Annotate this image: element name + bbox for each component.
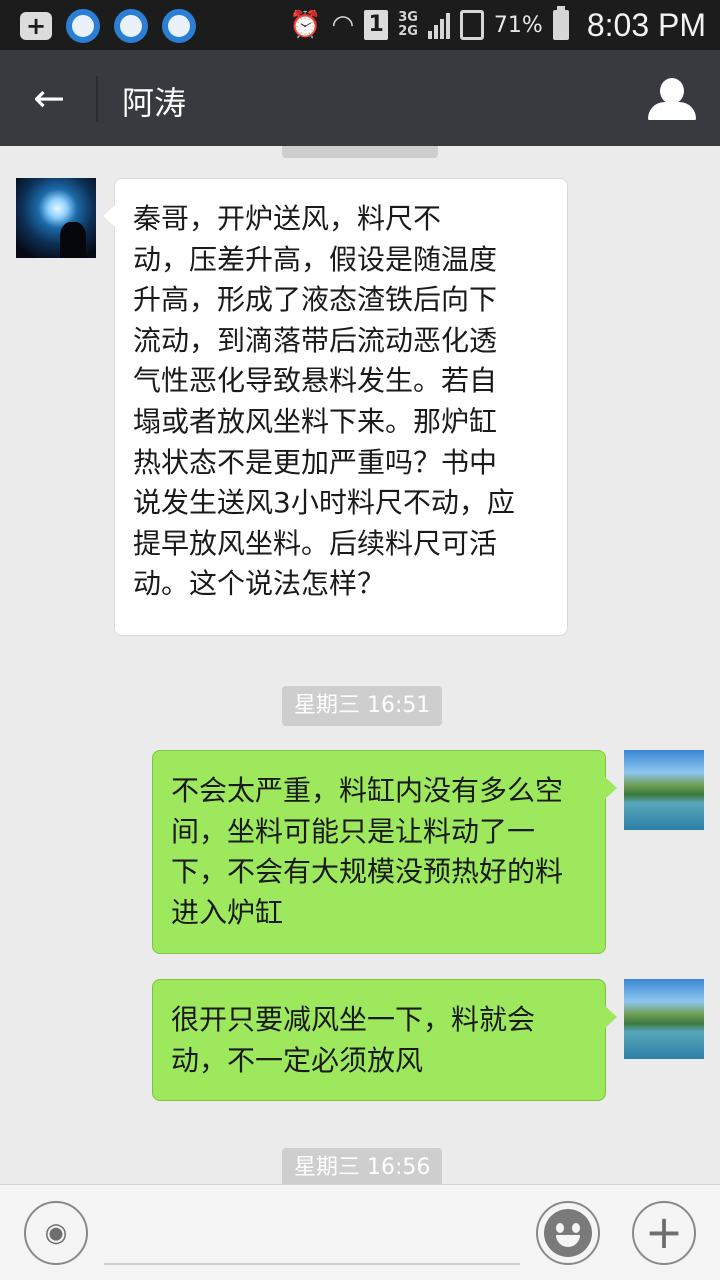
timestamp-pill: 星期三 16:56 — [282, 1148, 443, 1184]
message-line: 进入炉缸 — [171, 895, 284, 929]
sd-card-icon — [459, 10, 484, 40]
message-line: 升高，形成了液态渣铁后向下 — [133, 283, 498, 317]
voice-icon: ◉ — [44, 1218, 68, 1248]
message-line: 热状态不是更加严重吗？书中 — [133, 445, 498, 479]
emoji-button[interactable] — [536, 1201, 600, 1265]
title-divider — [96, 76, 98, 122]
message-line: 动。这个说法怎样？ — [133, 567, 386, 601]
profile-button[interactable] — [644, 72, 700, 124]
qq-icon — [114, 9, 148, 43]
network-type: 3G 2G — [398, 11, 418, 39]
message-line: 动，不一定必须放风 — [171, 1043, 424, 1077]
message-line: 间，坐料可能只是让料动了一 — [171, 814, 536, 848]
network-type-top: 3G — [398, 10, 418, 25]
title-bar: ← 阿涛 — [0, 50, 720, 146]
message-line: 下，不会有大规模没预热好的料 — [171, 855, 564, 889]
message-line: 动，压差升高，假设是随温度 — [133, 242, 498, 276]
message-line: 很开只要减风坐一下，料就会 — [171, 1003, 536, 1036]
status-bar: + ⏰ ◠ 1 3G 2G 71% 8:03 PM — [0, 0, 720, 50]
battery-percent: 71% — [493, 12, 543, 38]
outgoing-message-bubble[interactable]: 不会太严重，料缸内没有多么空 间，坐料可能只是让料动了一 下，不会有大规模没预热… — [152, 750, 617, 954]
message-line: 不会太严重，料缸内没有多么空 — [171, 774, 564, 807]
chat-area[interactable]: 秦哥，开炉送风，料尺不 动，压差升高，假设是随温度 升高，形成了液态渣铁后向下 … — [0, 146, 720, 1184]
plus-box-icon: + — [20, 12, 52, 40]
wifi-icon: ◠ — [331, 10, 355, 40]
message-line: 气性恶化导致悬料发生。若自 — [133, 364, 498, 398]
timestamp-pill-partial — [282, 146, 438, 158]
chat-title: 阿涛 — [122, 84, 187, 122]
timestamp-pill: 星期三 16:51 — [282, 686, 443, 726]
sim-icon: 1 — [364, 10, 389, 40]
voice-button[interactable]: ◉ — [24, 1201, 88, 1265]
my-avatar[interactable] — [624, 979, 704, 1059]
qq-icon — [66, 9, 100, 43]
back-arrow-icon: ← — [33, 76, 65, 120]
message-line: 说发生送风3小时料尺不动，应 — [133, 486, 515, 520]
signal-icon — [427, 11, 450, 39]
more-button[interactable]: + — [632, 1201, 696, 1265]
incoming-message-bubble[interactable]: 秦哥，开炉送风，料尺不 动，压差升高，假设是随温度 升高，形成了液态渣铁后向下 … — [103, 178, 568, 636]
my-avatar[interactable] — [624, 750, 704, 830]
outgoing-message-bubble[interactable]: 很开只要减风坐一下，料就会 动，不一定必须放风 — [152, 979, 617, 1101]
message-line: 流动，到滴落带后流动恶化透 — [133, 323, 498, 357]
qq-icon — [162, 9, 196, 43]
plus-icon: + — [644, 1205, 684, 1259]
emoji-icon — [544, 1209, 592, 1257]
back-button[interactable]: ← — [22, 74, 76, 122]
message-line: 塌或者放风坐料下来。那炉缸 — [133, 404, 498, 438]
message-line: 提早放风坐料。后续料尺可活 — [133, 526, 498, 560]
message-input[interactable] — [104, 1201, 520, 1265]
system-icons: ⏰ ◠ 1 3G 2G 71% 8:03 PM — [289, 0, 706, 50]
alarm-icon: ⏰ — [289, 10, 322, 40]
message-line: 秦哥，开炉送风，料尺不 — [133, 202, 442, 235]
contact-avatar[interactable] — [16, 178, 96, 258]
input-bar: ◉ + — [0, 1184, 720, 1280]
network-type-bottom: 2G — [398, 24, 418, 39]
clock: 8:03 PM — [586, 6, 706, 43]
battery-icon — [552, 6, 569, 40]
notification-icons: + — [20, 9, 196, 43]
